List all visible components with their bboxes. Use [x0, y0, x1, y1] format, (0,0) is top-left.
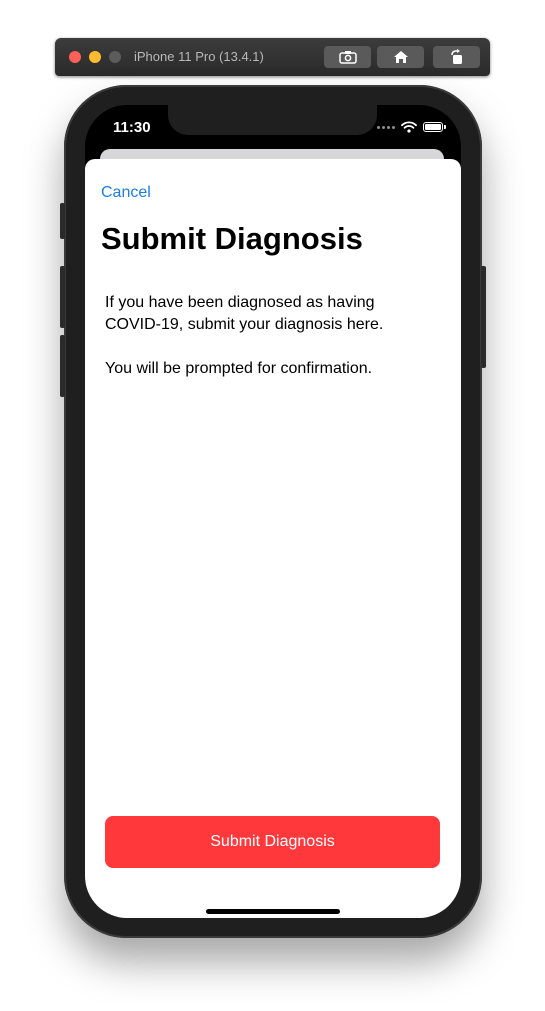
simulator: iPhone 11 Pro (13.4.1) 11:30 Cancel Subm…: [0, 0, 545, 1011]
status-time: 11:30: [113, 119, 151, 136]
home-icon: [393, 51, 408, 63]
description-paragraph: If you have been diagnosed as having COV…: [105, 294, 384, 333]
wifi-icon: [401, 121, 417, 133]
power-button: [481, 266, 486, 368]
battery-icon: [423, 122, 446, 132]
screenshot-button[interactable]: [324, 46, 371, 68]
cellular-signal-icon: [377, 125, 395, 129]
confirmation-note: You will be prompted for confirmation.: [105, 360, 373, 377]
window-title: iPhone 11 Pro (13.4.1): [134, 49, 264, 64]
description: If you have been diagnosed as having COV…: [105, 292, 425, 380]
simulator-title-bar: iPhone 11 Pro (13.4.1): [55, 38, 490, 76]
close-window-button[interactable]: [69, 51, 81, 63]
volume-down-button: [60, 335, 65, 397]
rotate-button[interactable]: [433, 46, 480, 68]
volume-up-button: [60, 266, 65, 328]
rotate-icon: [450, 49, 462, 64]
home-indicator[interactable]: [206, 909, 340, 914]
modal-sheet: Cancel Submit Diagnosis If you have been…: [85, 159, 461, 918]
notch: [168, 105, 377, 135]
home-button[interactable]: [377, 46, 424, 68]
screenshot-icon: [338, 51, 357, 64]
submit-diagnosis-button[interactable]: Submit Diagnosis: [105, 816, 440, 868]
cancel-button[interactable]: Cancel: [101, 184, 151, 202]
page-title: Submit Diagnosis: [101, 221, 363, 256]
device-screen: 11:30 Cancel Submit Diagnosis If you hav…: [85, 105, 461, 918]
zoom-window-button[interactable]: [109, 51, 121, 63]
minimize-window-button[interactable]: [89, 51, 101, 63]
status-icons: [377, 121, 446, 133]
iphone-device-frame: 11:30 Cancel Submit Diagnosis If you hav…: [60, 85, 486, 938]
silent-switch: [60, 203, 65, 239]
